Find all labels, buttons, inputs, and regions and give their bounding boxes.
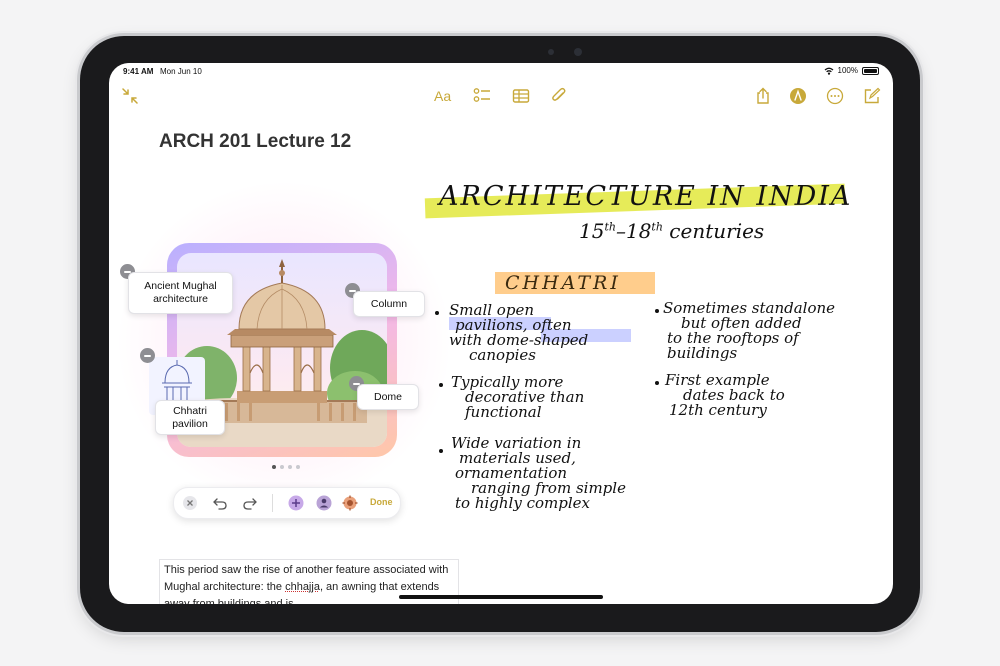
bullet-dot [439,383,443,387]
table-icon[interactable] [512,87,530,105]
home-indicator[interactable] [399,595,603,599]
tag-label: Column [370,297,408,310]
line: to highly complex [455,494,590,512]
line: buildings [667,344,738,362]
more-icon[interactable] [826,87,844,105]
undo-icon[interactable] [212,495,228,511]
handwritten-subheading[interactable]: 15th–18th centuries [579,219,764,243]
bullet-dot [655,381,659,385]
format-text-button[interactable]: Aa [434,88,451,104]
left-bullet-3[interactable]: Wide variation in materials used, orname… [451,436,626,511]
remove-tag-sketch-button[interactable] [140,348,155,363]
tag-label: Chhatri pavilion [172,404,208,430]
markup-icon[interactable] [789,87,807,105]
line: canopies [469,346,537,364]
sub-suffix: centuries [669,219,765,243]
right-bullet-2[interactable]: First example dates back to 12th century [665,373,785,418]
front-camera [544,48,616,56]
collapse-icon[interactable] [121,87,139,105]
tag-label: Dome [373,390,402,403]
redo-icon[interactable] [242,495,258,511]
line: 12th century [669,401,767,419]
handwritten-heading[interactable]: ARCHITECTURE IN INDIA [439,181,852,212]
sub-sup1: th [604,220,616,234]
tag-label: Ancient Mughal architecture [144,280,217,305]
line: functional [465,403,542,421]
sub-sup2: th [651,220,663,234]
checklist-icon[interactable] [473,87,491,105]
left-bullet-1[interactable]: Small open pavilions, often with dome-sh… [449,303,588,363]
person-icon[interactable] [316,495,332,511]
attachment-icon[interactable] [550,87,568,105]
tag-column[interactable]: Column [353,291,425,317]
tag-chhatri-pavilion[interactable]: Chhatri pavilion [155,400,225,435]
status-time: 9:41 AM [123,67,154,76]
wifi-icon [824,67,833,75]
bullet-dot [439,449,443,453]
toolbar-separator [272,494,273,512]
share-icon[interactable] [754,87,772,105]
sub-mid: –18 [615,219,652,243]
close-icon[interactable] [182,495,198,511]
right-bullet-1[interactable]: Sometimes standalone but often added to … [663,301,835,361]
tag-dome[interactable]: Dome [357,384,419,410]
image-playground-toolbar: Done [173,487,401,519]
compose-icon[interactable] [863,87,881,105]
note-title[interactable]: ARCH 201 Lecture 12 [159,131,351,153]
left-bullet-2[interactable]: Typically more decorative than functiona… [451,375,584,420]
tag-ancient-mughal[interactable]: Ancient Mughal architecture [128,272,233,314]
handwritten-section-title[interactable]: CHHATRI [505,272,621,294]
battery-icon [862,66,879,75]
bullet-dot [655,309,659,313]
battery-percent: 100% [837,66,858,75]
done-button[interactable]: Done [370,497,393,507]
status-bar: 9:41 AM Mon Jun 10 100% [109,63,893,81]
body-term: chhajja [285,581,320,593]
status-date: Mon Jun 10 [160,67,202,76]
sub-prefix: 15 [579,219,605,243]
status-indicators: 100% [824,66,879,75]
add-concept-icon[interactable] [288,495,304,511]
image-page-indicator[interactable] [272,465,300,469]
notes-screen: 9:41 AM Mon Jun 10 100% Aa ARCH 201 Lect… [109,63,893,604]
style-icon[interactable] [342,495,358,511]
bullet-dot [435,311,439,315]
